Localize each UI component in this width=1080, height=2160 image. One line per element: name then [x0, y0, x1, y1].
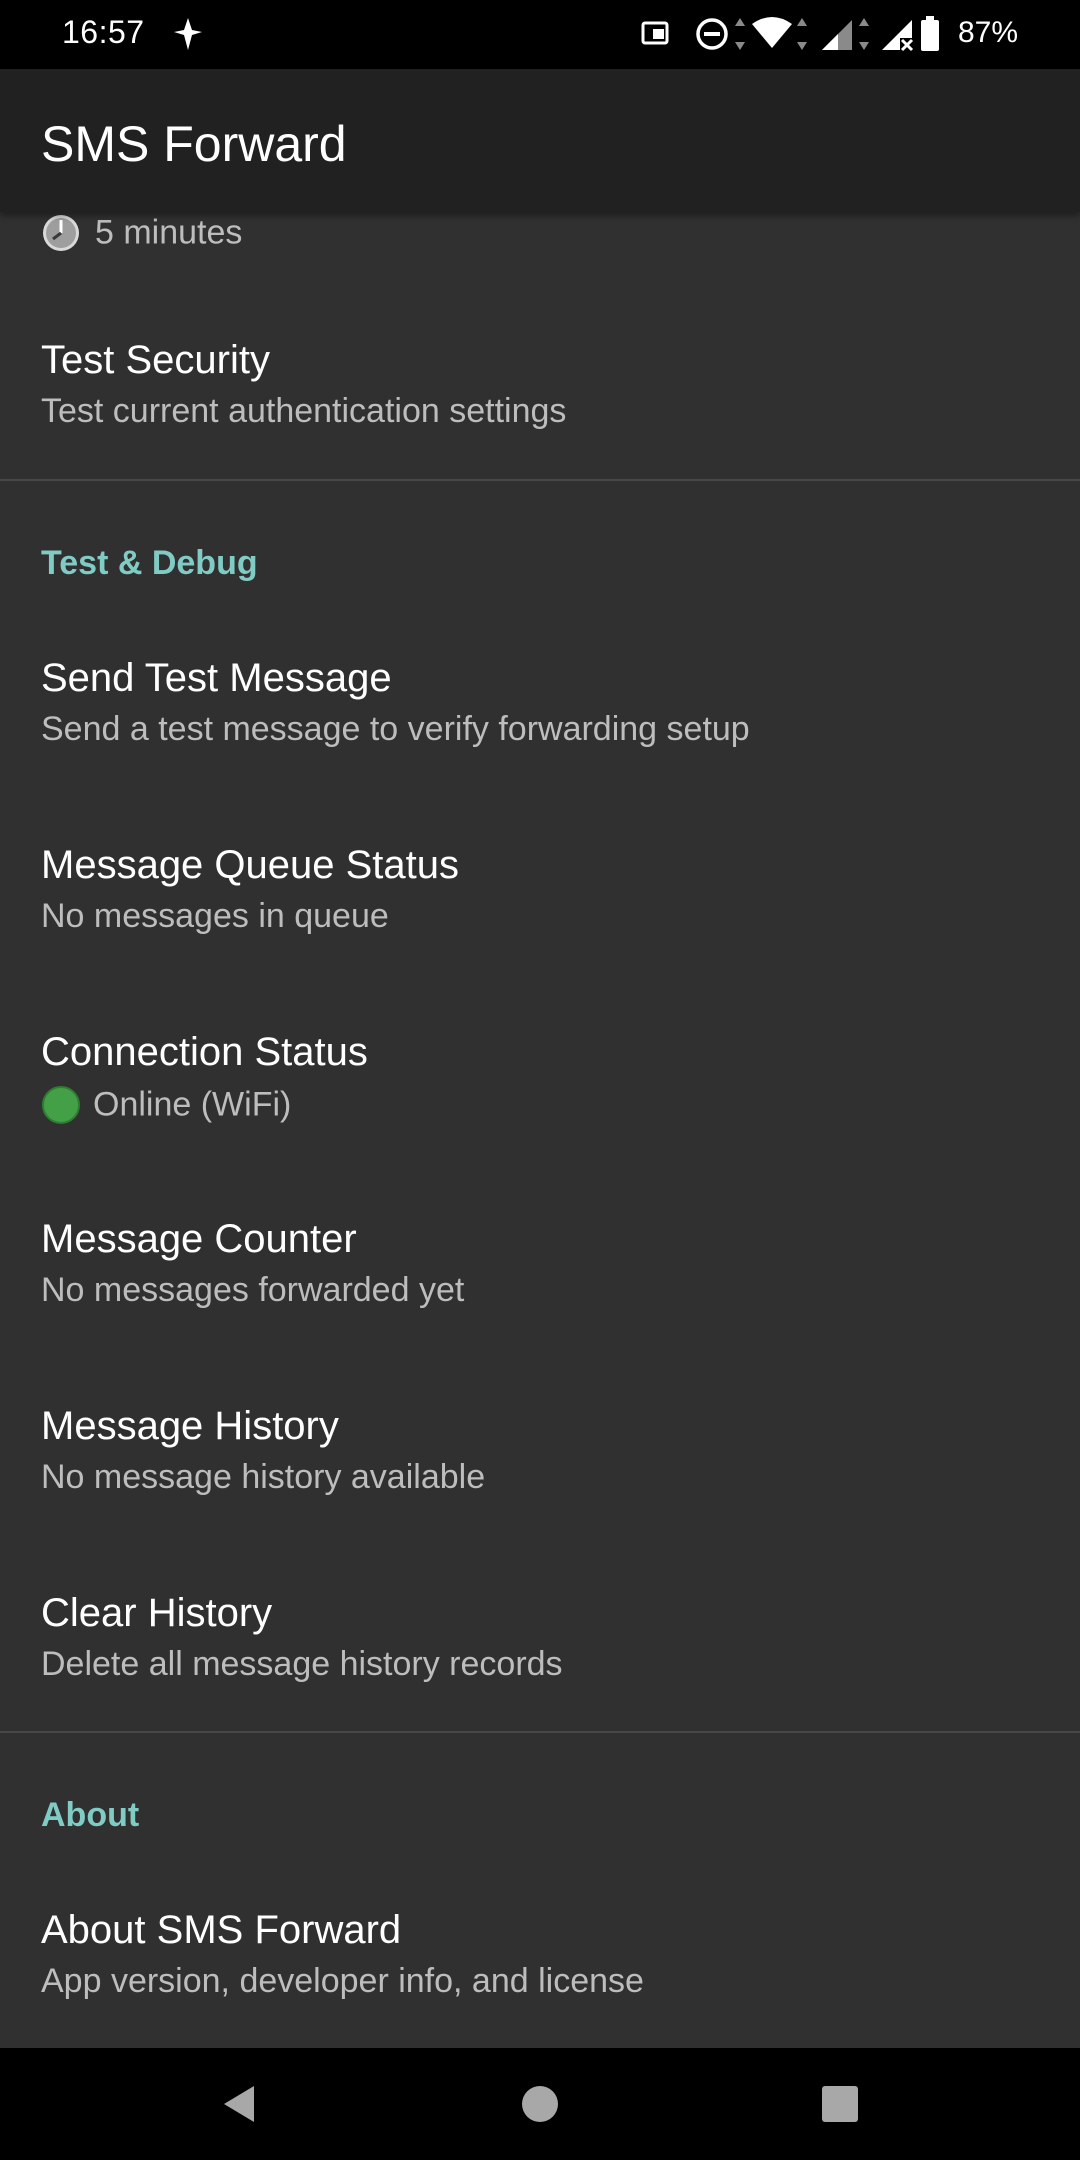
signal-no-service-icon	[882, 20, 914, 52]
clear-history-item[interactable]: Clear History Delete all message history…	[0, 1591, 1080, 1777]
pref-title: Send Test Message	[41, 656, 392, 700]
pref-title: Test Security	[41, 338, 270, 382]
home-icon[interactable]	[510, 2074, 570, 2134]
data-arrows-icon	[797, 18, 807, 50]
app-bar: SMS Forward	[0, 69, 1080, 212]
category-test-debug: Test & Debug	[41, 544, 258, 582]
clock-icon	[43, 215, 79, 252]
connection-status-text: Online (WiFi)	[93, 1085, 292, 1124]
send-test-message-item[interactable]: Send Test Message Send a test message to…	[0, 656, 1080, 842]
divider	[0, 479, 1080, 481]
connection-status-item[interactable]: Connection Status Online (WiFi)	[0, 1030, 1080, 1216]
do-not-disturb-icon	[696, 18, 728, 50]
category-about: About	[41, 1796, 140, 1834]
green-dot-icon	[42, 1086, 80, 1125]
pref-summary: Online (WiFi)	[41, 1084, 291, 1125]
status-time: 16:57	[62, 14, 145, 50]
test-security-item[interactable]: Test Security Test current authenticatio…	[0, 338, 1080, 524]
divider	[0, 1731, 1080, 1733]
pref-summary: No messages in queue	[41, 897, 389, 935]
navigation-icon	[174, 18, 202, 50]
message-counter-item[interactable]: Message Counter No messages forwarded ye…	[0, 1217, 1080, 1403]
pref-summary: Delete all message history records	[41, 1645, 563, 1683]
navigation-bar	[0, 2048, 1080, 2160]
battery-icon	[921, 16, 939, 51]
pref-summary: No message history available	[41, 1458, 486, 1496]
pref-summary: Send a test message to verify forwarding…	[41, 710, 750, 748]
partial-preference-item[interactable]: 5 minutes	[41, 212, 242, 262]
pref-summary: Test current authentication settings	[41, 392, 567, 430]
pref-summary: No messages forwarded yet	[41, 1271, 465, 1309]
battery-percent: 87%	[957, 16, 1018, 49]
pref-title: Message Queue Status	[41, 843, 460, 887]
screen: 16:57 87% SMS Forward 5 minutes Test Sec…	[0, 0, 1080, 2160]
recents-icon[interactable]	[810, 2074, 870, 2134]
data-arrows-icon	[735, 18, 745, 50]
back-icon[interactable]	[208, 2074, 268, 2134]
data-arrows-icon	[859, 18, 869, 50]
message-queue-status-item[interactable]: Message Queue Status No messages in queu…	[0, 843, 1080, 1029]
pref-title: Message Counter	[41, 1217, 357, 1261]
app-title: SMS Forward	[41, 116, 347, 172]
about-sms-forward-item[interactable]: About SMS Forward App version, developer…	[0, 1908, 1080, 2048]
pref-title: Connection Status	[41, 1030, 368, 1074]
status-bar: 16:57 87%	[0, 0, 1080, 69]
partial-item-summary: 5 minutes	[95, 213, 243, 252]
message-history-item[interactable]: Message History No message history avail…	[0, 1404, 1080, 1590]
pref-title: Clear History	[41, 1591, 273, 1635]
pref-summary: App version, developer info, and license	[41, 1962, 644, 2000]
cast-icon	[641, 21, 669, 45]
pref-title: Message History	[41, 1404, 339, 1448]
signal-icon	[822, 20, 852, 50]
pref-title: About SMS Forward	[41, 1908, 402, 1952]
wifi-icon	[752, 17, 792, 48]
preferences-list[interactable]: 5 minutes Test Security Test current aut…	[0, 212, 1080, 2048]
